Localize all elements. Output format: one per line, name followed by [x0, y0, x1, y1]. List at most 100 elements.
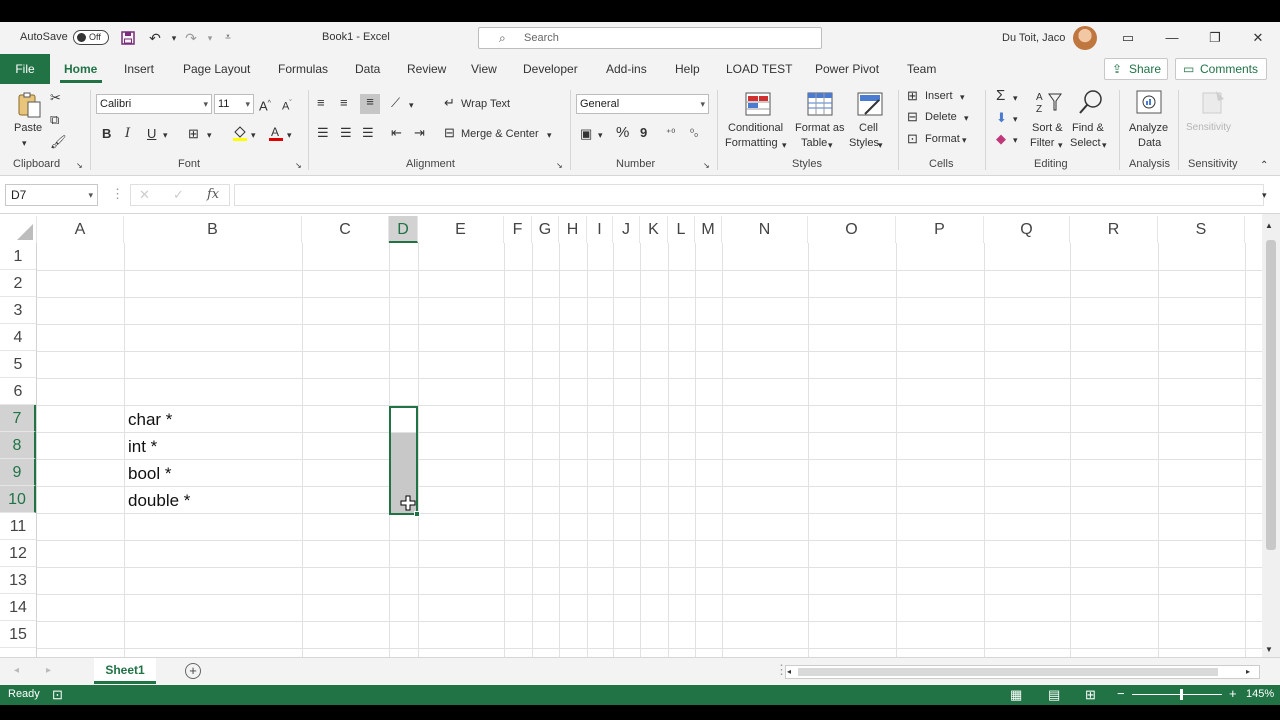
column-header-f[interactable]: F: [504, 216, 532, 243]
increase-font-icon[interactable]: A^: [259, 96, 271, 114]
accounting-format-icon[interactable]: ▣: [580, 126, 592, 142]
prev-sheet-icon[interactable]: ◂: [14, 663, 19, 679]
align-bottom-icon[interactable]: ≡: [360, 94, 380, 114]
next-sheet-icon[interactable]: ▸: [46, 663, 51, 679]
align-right-icon[interactable]: ☰: [362, 125, 374, 141]
font-size-select[interactable]: 11 ▾: [214, 94, 254, 114]
row-header-5[interactable]: 5: [0, 351, 36, 378]
user-name[interactable]: Du Toit, Jaco: [1002, 32, 1065, 44]
conditional-formatting-label-2[interactable]: Formatting: [725, 137, 778, 149]
worksheet-grid[interactable]: A B C D E F G H I J K L M N O P Q R S 1 2 3 4 5 6 7 8 9 10 11 12 13 14 15…: [0, 214, 1262, 657]
minimize-icon[interactable]: —: [1162, 28, 1182, 48]
expand-formula-bar-icon[interactable]: ▾: [1262, 187, 1267, 203]
horizontal-scroll-thumb[interactable]: [798, 668, 1218, 676]
column-header-h[interactable]: H: [559, 216, 587, 243]
cell-b10[interactable]: double *: [128, 491, 190, 511]
vertical-scroll-thumb[interactable]: [1266, 240, 1276, 550]
fill-dropdown-icon[interactable]: ▾: [251, 127, 256, 143]
comma-style-button[interactable]: 9: [640, 125, 647, 141]
wrap-text-icon[interactable]: ↵: [444, 95, 455, 111]
column-header-o[interactable]: O: [808, 216, 896, 243]
bold-button[interactable]: B: [102, 126, 111, 142]
sort-filter-label-1[interactable]: Sort &: [1032, 122, 1063, 134]
tab-load-test[interactable]: LOAD TEST: [726, 62, 792, 76]
accessibility-icon[interactable]: ⊡: [52, 687, 63, 703]
italic-button[interactable]: I: [125, 126, 130, 142]
format-as-table-label-1[interactable]: Format as: [795, 122, 845, 134]
zoom-slider[interactable]: [1132, 694, 1222, 695]
formula-input[interactable]: [234, 184, 1264, 206]
font-color-dropdown-icon[interactable]: ▾: [287, 127, 292, 143]
sort-filter-label-2[interactable]: Filter: [1030, 137, 1054, 149]
comments-button[interactable]: ▭ Comments: [1175, 58, 1267, 80]
conditional-formatting-icon[interactable]: [743, 90, 773, 118]
column-header-p[interactable]: P: [896, 216, 984, 243]
alignment-launcher-icon[interactable]: ↘: [556, 158, 563, 174]
align-left-icon[interactable]: ☰: [317, 125, 329, 141]
enter-icon[interactable]: ✓: [173, 187, 184, 203]
borders-dropdown-icon[interactable]: ▾: [207, 127, 212, 143]
table-dropdown-icon[interactable]: ▾: [828, 137, 833, 153]
customize-toolbar-icon[interactable]: ⩡: [220, 30, 236, 46]
row-header-12[interactable]: 12: [0, 540, 36, 567]
column-header-m[interactable]: M: [695, 216, 722, 243]
tab-help[interactable]: Help: [675, 62, 700, 76]
underline-dropdown-icon[interactable]: ▾: [163, 127, 168, 143]
conditional-formatting-label-1[interactable]: Conditional: [728, 122, 783, 134]
autosave-toggle[interactable]: Off: [73, 30, 109, 45]
restore-icon[interactable]: ❐: [1205, 28, 1225, 48]
insert-function-button[interactable]: fx: [207, 187, 219, 202]
scroll-up-icon[interactable]: ▲: [1265, 218, 1273, 234]
column-header-q[interactable]: Q: [984, 216, 1070, 243]
delete-dropdown-icon[interactable]: ▾: [964, 110, 969, 126]
fill-handle[interactable]: [414, 511, 420, 517]
row-header-3[interactable]: 3: [0, 297, 36, 324]
decrease-indent-icon[interactable]: ⇤: [391, 125, 402, 141]
insert-dropdown-icon[interactable]: ▾: [960, 89, 965, 105]
row-header-10[interactable]: 10: [0, 486, 36, 513]
zoom-in-icon[interactable]: +: [1229, 686, 1237, 701]
decrease-decimal-icon[interactable]: ⁰₀: [690, 126, 698, 142]
scroll-right-icon[interactable]: ▸: [1246, 664, 1250, 680]
underline-button[interactable]: U: [147, 126, 156, 142]
column-header-a[interactable]: A: [37, 216, 124, 243]
save-icon[interactable]: [120, 30, 136, 46]
find-select-icon[interactable]: [1076, 88, 1106, 116]
cell-styles-label-1[interactable]: Cell: [859, 122, 878, 134]
row-header-15[interactable]: 15: [0, 621, 36, 648]
find-select-label-1[interactable]: Find &: [1072, 122, 1104, 134]
redo-dropdown-icon[interactable]: ▾: [202, 30, 218, 46]
column-header-i[interactable]: I: [587, 216, 613, 243]
column-header-s[interactable]: S: [1158, 216, 1245, 243]
merge-center-icon[interactable]: ⊟: [444, 125, 455, 141]
copy-icon[interactable]: ⧉: [50, 112, 59, 128]
paste-dropdown-icon[interactable]: ▾: [22, 135, 27, 151]
analyze-data-label-2[interactable]: Data: [1138, 137, 1161, 149]
row-header-11[interactable]: 11: [0, 513, 36, 540]
cell-b8[interactable]: int *: [128, 437, 157, 457]
tab-file[interactable]: File: [0, 54, 50, 84]
align-top-icon[interactable]: ≡: [317, 95, 325, 111]
tab-view[interactable]: View: [471, 62, 497, 76]
column-header-c[interactable]: C: [302, 216, 389, 243]
accounting-dropdown-icon[interactable]: ▾: [598, 127, 603, 143]
borders-icon[interactable]: ⊞: [188, 126, 199, 142]
clear-icon[interactable]: ◆: [996, 131, 1006, 147]
row-header-13[interactable]: 13: [0, 567, 36, 594]
tab-data[interactable]: Data: [355, 62, 380, 76]
paste-icon[interactable]: [14, 90, 44, 118]
number-format-select[interactable]: General ▾: [576, 94, 709, 114]
ribbon-display-icon[interactable]: ▭: [1118, 28, 1138, 48]
align-center-icon[interactable]: ☰: [340, 125, 352, 141]
cancel-icon[interactable]: ✕: [139, 187, 150, 203]
row-header-2[interactable]: 2: [0, 270, 36, 297]
select-all-corner[interactable]: [0, 216, 37, 243]
column-header-r[interactable]: R: [1070, 216, 1158, 243]
decrease-font-icon[interactable]: Aˇ: [282, 96, 292, 115]
normal-view-icon[interactable]: ▦: [1010, 687, 1022, 703]
orientation-dropdown-icon[interactable]: ▾: [409, 97, 414, 113]
autosum-dropdown-icon[interactable]: ▾: [1013, 90, 1018, 106]
merge-dropdown-icon[interactable]: ▾: [547, 127, 552, 143]
tab-team[interactable]: Team: [907, 62, 936, 76]
insert-cells-icon[interactable]: ⊞: [907, 88, 918, 104]
